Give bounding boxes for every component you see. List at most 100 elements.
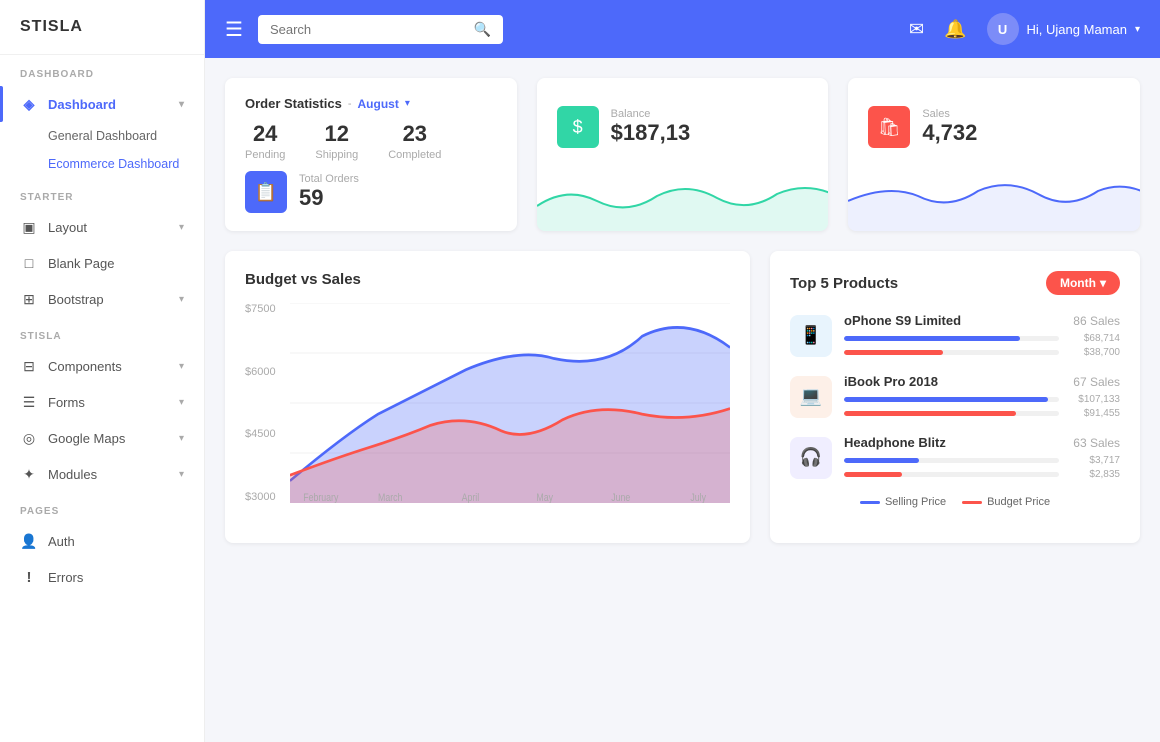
- product-info-1: oPhone S9 Limited 86 Sales $68,714: [844, 313, 1120, 358]
- selling-bar-fill-2: [844, 397, 1048, 402]
- completed-stat: 23 Completed: [388, 121, 441, 161]
- period-selector[interactable]: August: [358, 97, 399, 111]
- svg-text:July: July: [690, 492, 706, 503]
- budget-price-2: $91,455: [1065, 408, 1120, 419]
- selling-price-1: $68,714: [1065, 333, 1120, 344]
- sidebar-item-label: Blank Page: [48, 256, 115, 271]
- product-icon-2: 💻: [790, 376, 832, 418]
- sidebar-item-components[interactable]: ⊟ Components ▾: [0, 348, 204, 384]
- period-separator: -: [348, 98, 352, 110]
- sidebar-item-blank-page[interactable]: □ Blank Page: [0, 245, 204, 281]
- chevron-down-icon: ▾: [1100, 276, 1106, 290]
- completed-label: Completed: [388, 149, 441, 161]
- sidebar-item-layout[interactable]: ▣ Layout ▾: [0, 209, 204, 245]
- product-bars-2: $107,133 $91,455: [844, 394, 1120, 419]
- budget-bar-track-3: [844, 472, 1059, 477]
- product-name-2: iBook Pro 2018: [844, 374, 938, 389]
- stats-row: Order Statistics - August ▾ 24 Pending 1…: [225, 78, 1140, 231]
- budget-bar-fill-1: [844, 350, 943, 355]
- selling-bar-track-2: [844, 397, 1059, 402]
- selling-bar-row-1: $68,714: [844, 333, 1120, 344]
- total-orders-section: 📋 Total Orders 59: [245, 171, 497, 213]
- product-bars-3: $3,717 $2,835: [844, 455, 1120, 480]
- sidebar-item-label: Dashboard: [48, 97, 116, 112]
- chart-legend: Selling Price Budget Price: [790, 496, 1120, 508]
- chevron-down-icon: ▾: [179, 294, 184, 305]
- product-sales-3: 63 Sales: [1073, 436, 1120, 450]
- product-sales-2: 67 Sales: [1073, 375, 1120, 389]
- sales-icon-box: 🛍: [868, 106, 910, 148]
- selling-bar-track-3: [844, 458, 1059, 463]
- modules-icon: ✦: [20, 465, 38, 483]
- sidebar-item-auth[interactable]: 👤 Auth: [0, 523, 204, 559]
- shipping-stat: 12 Shipping: [315, 121, 358, 161]
- sidebar-item-errors[interactable]: ! Errors: [0, 559, 204, 595]
- sidebar-item-label: Modules: [48, 467, 97, 482]
- sidebar-item-forms[interactable]: ☰ Forms ▾: [0, 384, 204, 420]
- budget-bar-row-1: $38,700: [844, 347, 1120, 358]
- bag-icon: 🛍: [878, 117, 901, 138]
- total-orders-info: Total Orders 59: [299, 173, 359, 211]
- mail-icon[interactable]: ✉: [909, 19, 924, 40]
- y-label-3: $4500: [245, 428, 290, 440]
- header-right: ✉ 🔔 U Hi, Ujang Maman ▾: [909, 13, 1140, 45]
- selling-bar-row-3: $3,717: [844, 455, 1120, 466]
- sales-wave-chart: [848, 176, 1140, 231]
- selling-bar-track-1: [844, 336, 1059, 341]
- shipping-value: 12: [315, 121, 358, 147]
- layout-icon: ▣: [20, 218, 38, 236]
- selling-bar-row-2: $107,133: [844, 394, 1120, 405]
- sidebar-item-label: Auth: [48, 534, 75, 549]
- sidebar-item-ecommerce-dashboard[interactable]: Ecommerce Dashboard: [0, 150, 204, 178]
- sidebar-item-bootstrap[interactable]: ⊞ Bootstrap ▾: [0, 281, 204, 317]
- product-name-1: oPhone S9 Limited: [844, 313, 961, 328]
- user-greeting: Hi, Ujang Maman: [1027, 22, 1127, 37]
- budget-chart-area: $7500 $6000 $4500 $3000: [245, 303, 730, 523]
- budget-chart-card: Budget vs Sales $7500 $6000 $4500 $3000: [225, 251, 750, 543]
- balance-wave-chart: [537, 176, 829, 231]
- svg-text:February: February: [303, 492, 338, 503]
- product-bars-1: $68,714 $38,700: [844, 333, 1120, 358]
- order-numbers: 24 Pending 12 Shipping 23 Completed: [245, 121, 497, 161]
- sidebar-item-label: Errors: [48, 570, 83, 585]
- section-label-starter: STARTER: [0, 178, 204, 209]
- top-products-card: Top 5 Products Month ▾ 📱 oPhone S9 Limit…: [770, 251, 1140, 543]
- sidebar-item-label: Components: [48, 359, 122, 374]
- chevron-down-icon: ▾: [179, 99, 184, 110]
- total-orders-label: Total Orders: [299, 173, 359, 185]
- bell-icon[interactable]: 🔔: [944, 19, 966, 40]
- sidebar-item-general-dashboard[interactable]: General Dashboard: [0, 122, 204, 150]
- shipping-label: Shipping: [315, 149, 358, 161]
- chevron-down-icon: ▾: [1135, 24, 1140, 35]
- sidebar-item-label: Bootstrap: [48, 292, 104, 307]
- orders-icon-box: 📋: [245, 171, 287, 213]
- selling-price-legend-label: Selling Price: [885, 496, 946, 508]
- balance-value: $187,13: [611, 120, 691, 146]
- balance-info: Balance $187,13: [611, 108, 691, 146]
- sidebar-item-label: Forms: [48, 395, 85, 410]
- budget-bar-fill-3: [844, 472, 902, 477]
- period-chevron: ▾: [405, 98, 410, 109]
- month-filter-button[interactable]: Month ▾: [1046, 271, 1120, 295]
- avatar: U: [987, 13, 1019, 45]
- menu-toggle-button[interactable]: ☰: [225, 17, 243, 42]
- sidebar-item-google-maps[interactable]: ◎ Google Maps ▾: [0, 420, 204, 456]
- auth-icon: 👤: [20, 532, 38, 550]
- search-icon[interactable]: 🔍: [474, 21, 491, 38]
- bottom-row: Budget vs Sales $7500 $6000 $4500 $3000: [225, 251, 1140, 543]
- selling-price-legend: Selling Price: [860, 496, 946, 508]
- sidebar-item-modules[interactable]: ✦ Modules ▾: [0, 456, 204, 492]
- completed-value: 23: [388, 121, 441, 147]
- blank-page-icon: □: [20, 254, 38, 272]
- product-sales-1: 86 Sales: [1073, 314, 1120, 328]
- sales-info: Sales 4,732: [922, 108, 977, 146]
- user-menu[interactable]: U Hi, Ujang Maman ▾: [987, 13, 1140, 45]
- balance-section: $ Balance $187,13: [557, 106, 809, 148]
- search-input[interactable]: [270, 22, 474, 37]
- sidebar-item-dashboard[interactable]: ◈ Dashboard ▾: [0, 86, 204, 122]
- svg-text:June: June: [611, 492, 630, 503]
- sales-section: 🛍 Sales 4,732: [868, 106, 1120, 148]
- balance-icon-box: $: [557, 106, 599, 148]
- svg-text:April: April: [462, 492, 480, 503]
- sales-card: 🛍 Sales 4,732: [848, 78, 1140, 231]
